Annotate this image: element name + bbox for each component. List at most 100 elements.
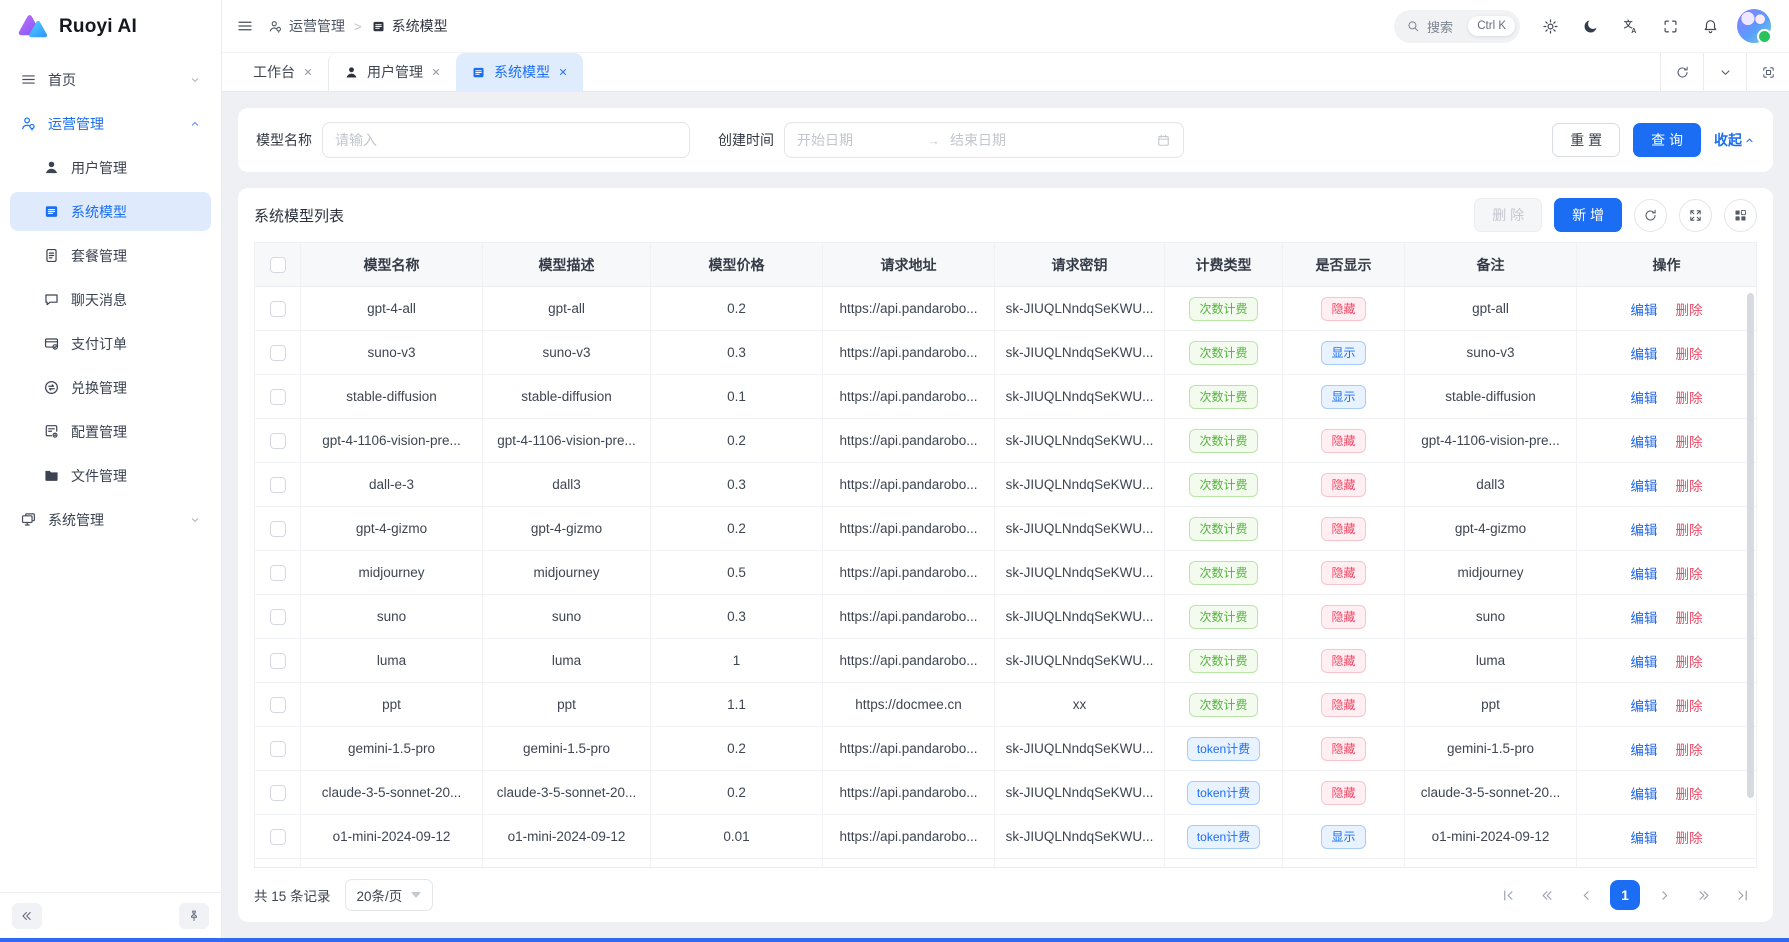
query-button[interactable]: 查 询	[1633, 123, 1701, 157]
last-page-button[interactable]	[1727, 880, 1757, 910]
edit-link[interactable]: 编辑	[1631, 827, 1658, 847]
cell-billing-type: 次数计费	[1165, 639, 1283, 682]
tab-close-button[interactable]	[431, 67, 441, 77]
collapse-filter-link[interactable]: 收起	[1714, 130, 1755, 150]
billing-badge: 次数计费	[1189, 649, 1257, 673]
fullscreen-button[interactable]	[1662, 18, 1679, 35]
delete-link[interactable]: 删除	[1676, 827, 1703, 847]
delete-button[interactable]: 删 除	[1474, 198, 1542, 232]
edit-link[interactable]: 编辑	[1631, 651, 1658, 671]
delete-link[interactable]: 删除	[1676, 783, 1703, 803]
columns-button[interactable]	[1724, 199, 1757, 232]
cell-billing-type: token计费	[1165, 771, 1283, 814]
delete-link[interactable]: 删除	[1676, 519, 1703, 539]
delete-link[interactable]: 删除	[1676, 387, 1703, 407]
breadcrumb-item-operations[interactable]: 运营管理	[268, 16, 345, 36]
delete-link[interactable]: 删除	[1676, 607, 1703, 627]
header-checkbox[interactable]	[270, 257, 286, 273]
row-checkbox[interactable]	[270, 653, 286, 669]
row-checkbox[interactable]	[270, 741, 286, 757]
first-page-button[interactable]	[1493, 880, 1523, 910]
row-checkbox[interactable]	[270, 565, 286, 581]
settings-button[interactable]	[1542, 18, 1559, 35]
edit-link[interactable]: 编辑	[1631, 739, 1658, 759]
cell-request-key: sk-JIUQLNndqSeKWU...	[995, 815, 1165, 858]
tab-user-management[interactable]: 用户管理	[328, 53, 456, 91]
menu-toggle-button[interactable]	[236, 17, 254, 35]
refresh-button[interactable]	[1660, 53, 1703, 91]
delete-link[interactable]: 删除	[1676, 431, 1703, 451]
notifications-button[interactable]	[1702, 18, 1719, 35]
row-checkbox[interactable]	[270, 697, 286, 713]
sidebar-item-operations[interactable]: 运营管理	[10, 104, 211, 143]
forward-5-pages-button[interactable]	[1688, 880, 1718, 910]
edit-link[interactable]: 编辑	[1631, 783, 1658, 803]
edit-link[interactable]: 编辑	[1631, 695, 1658, 715]
global-search[interactable]: 搜索 Ctrl K	[1394, 10, 1520, 43]
delete-link[interactable]: 删除	[1676, 475, 1703, 495]
sidebar-item-file-management[interactable]: 文件管理	[10, 456, 211, 495]
sidebar-item-exchange-management[interactable]: 兑换管理	[10, 368, 211, 407]
row-checkbox[interactable]	[270, 301, 286, 317]
sidebar-collapse-button[interactable]	[12, 903, 42, 929]
row-checkbox[interactable]	[270, 609, 286, 625]
next-page-button[interactable]	[1649, 880, 1679, 910]
edit-link[interactable]: 编辑	[1631, 607, 1658, 627]
billing-badge: 次数计费	[1189, 341, 1257, 365]
row-checkbox[interactable]	[270, 345, 286, 361]
row-checkbox[interactable]	[270, 433, 286, 449]
edit-link[interactable]: 编辑	[1631, 387, 1658, 407]
sidebar-item-user-management[interactable]: 用户管理	[10, 148, 211, 187]
chevron-down-icon	[189, 514, 201, 526]
delete-link[interactable]: 删除	[1676, 343, 1703, 363]
column-header: 是否显示	[1283, 243, 1405, 286]
add-button[interactable]: 新 增	[1554, 198, 1622, 232]
delete-link[interactable]: 删除	[1676, 739, 1703, 759]
cell-model-name: suno	[301, 595, 483, 638]
sidebar-item-chat-messages[interactable]: 聊天消息	[10, 280, 211, 319]
create-time-range-input[interactable]: 开始日期 → 结束日期	[784, 122, 1184, 158]
tab-workbench[interactable]: 工作台	[238, 53, 328, 91]
row-checkbox[interactable]	[270, 829, 286, 845]
sidebar-pin-button[interactable]	[179, 903, 209, 929]
row-checkbox[interactable]	[270, 521, 286, 537]
user-avatar[interactable]	[1737, 9, 1771, 43]
sidebar-item-config-management[interactable]: 配置管理	[10, 412, 211, 451]
sidebar-item-home[interactable]: 首页	[10, 60, 211, 99]
table-scrollbar[interactable]	[1747, 293, 1754, 798]
table-row: claude-3-5-sonnet-20...claude-3-5-sonnet…	[255, 771, 1756, 815]
sidebar-item-package-management[interactable]: 套餐管理	[10, 236, 211, 275]
model-name-input[interactable]: 请输入	[322, 122, 690, 158]
row-checkbox[interactable]	[270, 785, 286, 801]
edit-link[interactable]: 编辑	[1631, 343, 1658, 363]
page-number-button[interactable]: 1	[1610, 880, 1640, 910]
row-checkbox[interactable]	[270, 477, 286, 493]
tab-close-button[interactable]	[303, 67, 313, 77]
sidebar-item-payment-orders[interactable]: 支付订单	[10, 324, 211, 363]
translate-button[interactable]	[1622, 18, 1639, 35]
delete-link[interactable]: 删除	[1676, 651, 1703, 671]
row-checkbox[interactable]	[270, 389, 286, 405]
page-size-select[interactable]: 20条/页	[345, 879, 434, 911]
refresh-button[interactable]	[1634, 199, 1667, 232]
dark-mode-button[interactable]	[1582, 18, 1599, 35]
edit-link[interactable]: 编辑	[1631, 519, 1658, 539]
edit-link[interactable]: 编辑	[1631, 431, 1658, 451]
delete-link[interactable]: 删除	[1676, 563, 1703, 583]
edit-link[interactable]: 编辑	[1631, 299, 1658, 319]
maximize-button[interactable]	[1746, 53, 1789, 91]
chevron-down-button[interactable]	[1703, 53, 1746, 91]
sidebar-item-system-management[interactable]: 系统管理	[10, 500, 211, 539]
delete-link[interactable]: 删除	[1676, 299, 1703, 319]
back-5-pages-button[interactable]	[1532, 880, 1562, 910]
edit-link[interactable]: 编辑	[1631, 563, 1658, 583]
reset-button[interactable]: 重 置	[1552, 123, 1620, 157]
delete-link[interactable]: 删除	[1676, 695, 1703, 715]
sidebar-item-system-model[interactable]: 系统模型	[10, 192, 211, 231]
expand-button[interactable]	[1679, 199, 1712, 232]
breadcrumb-item-system-model[interactable]: 系统模型	[371, 16, 448, 36]
tab-close-button[interactable]	[558, 67, 568, 77]
prev-page-button[interactable]	[1571, 880, 1601, 910]
edit-link[interactable]: 编辑	[1631, 475, 1658, 495]
tab-system-model[interactable]: 系统模型	[456, 53, 583, 91]
